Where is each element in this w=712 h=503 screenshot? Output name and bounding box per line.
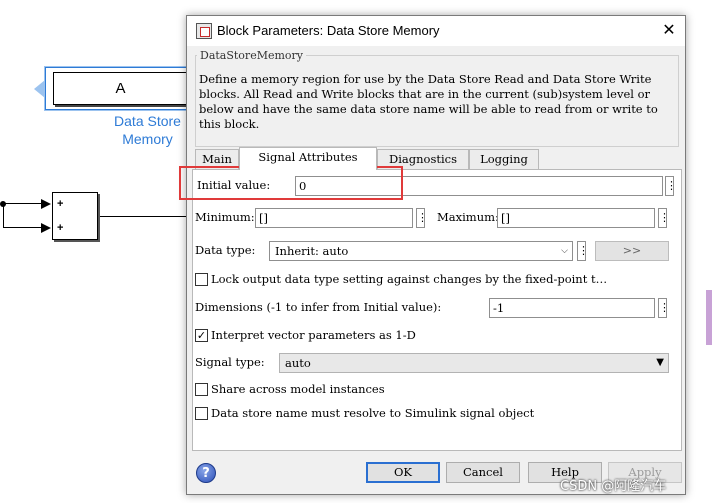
signal-type-label: Signal type: [195, 355, 265, 369]
block-description: Define a memory region for use by the Da… [199, 72, 658, 131]
tab-signal-attributes[interactable]: Signal Attributes [239, 147, 377, 170]
wire-feedback-vert [3, 203, 4, 228]
lock-data-type-label: Lock output data type setting against ch… [211, 272, 608, 286]
window-edge [706, 290, 712, 345]
wire-feedback-bottom [3, 227, 43, 228]
wire-feedback-top [3, 203, 43, 204]
sum-sign-2: + [57, 222, 64, 234]
lock-data-type-checkbox[interactable] [195, 273, 208, 286]
close-button[interactable]: ✕ [653, 16, 685, 46]
sum-block[interactable]: + + [52, 192, 98, 240]
ok-button[interactable]: OK [366, 462, 440, 483]
caption-line-2: Memory [122, 131, 173, 147]
dimensions-field[interactable]: -1 [489, 298, 655, 318]
initial-value-menu-icon[interactable]: ⋮ [665, 176, 677, 196]
simulink-block-icon [196, 23, 212, 39]
block-parameters-dialog: Block Parameters: Data Store Memory ✕ Da… [179, 15, 686, 495]
red-highlight-box [179, 166, 403, 200]
csdn-watermark: CSDN @阿隆汽车 [560, 479, 667, 494]
dimensions-menu-icon[interactable]: ⋮ [658, 298, 670, 318]
maximum-label: Maximum: [437, 210, 499, 224]
caption-line-1: Data Store [114, 113, 181, 129]
signal-type-select[interactable]: auto ▼ [279, 353, 669, 373]
data-store-memory-block[interactable]: A [53, 72, 188, 105]
signal-attributes-panel: Initial value: 0 ⋮ Minimum: [] ⋮ Maximum… [179, 166, 682, 451]
signal-type-value: auto [285, 356, 311, 370]
interpret-vector-label: Interpret vector parameters as 1-D [211, 328, 416, 342]
dropdown-arrow-icon: ▼ [656, 357, 664, 368]
minimum-label: Minimum: [195, 210, 255, 224]
sum-sign-1: + [57, 198, 64, 210]
data-type-assistant-button[interactable]: >> [595, 241, 669, 261]
data-type-label: Data type: [195, 243, 256, 257]
minimum-field[interactable]: [] [255, 208, 413, 228]
maximum-menu-icon[interactable]: ⋮ [658, 208, 670, 228]
help-icon[interactable]: ? [196, 463, 216, 483]
minimum-menu-icon[interactable]: ⋮ [416, 208, 428, 228]
selection-arrow-icon [34, 80, 45, 98]
tab-logging[interactable]: Logging [469, 149, 539, 169]
wire-output [100, 216, 188, 217]
data-type-select[interactable]: Inherit: auto ⌵ [269, 241, 573, 261]
dialog-title: Block Parameters: Data Store Memory [217, 23, 440, 38]
dialog-titlebar[interactable]: Block Parameters: Data Store Memory ✕ [187, 16, 685, 46]
data-type-menu-icon[interactable]: ⋮ [577, 241, 589, 261]
resolve-signal-object-label: Data store name must resolve to Simulink… [211, 406, 535, 420]
maximum-field[interactable]: [] [497, 208, 655, 228]
interpret-vector-checkbox[interactable]: ✓ [195, 329, 208, 342]
data-type-value: Inherit: auto [275, 244, 349, 258]
group-title: DataStoreMemory [197, 49, 307, 62]
chevron-down-icon: ⌵ [561, 246, 568, 256]
resolve-signal-object-checkbox[interactable] [195, 407, 208, 420]
share-instances-label: Share across model instances [211, 382, 385, 396]
dimensions-label: Dimensions (-1 to infer from Initial val… [195, 300, 442, 314]
data-store-memory-caption: Data Store Memory [100, 112, 195, 148]
input-arrow-2-icon [41, 223, 51, 233]
input-arrow-1-icon [41, 199, 51, 209]
share-instances-checkbox[interactable] [195, 383, 208, 396]
cancel-button[interactable]: Cancel [446, 462, 520, 483]
